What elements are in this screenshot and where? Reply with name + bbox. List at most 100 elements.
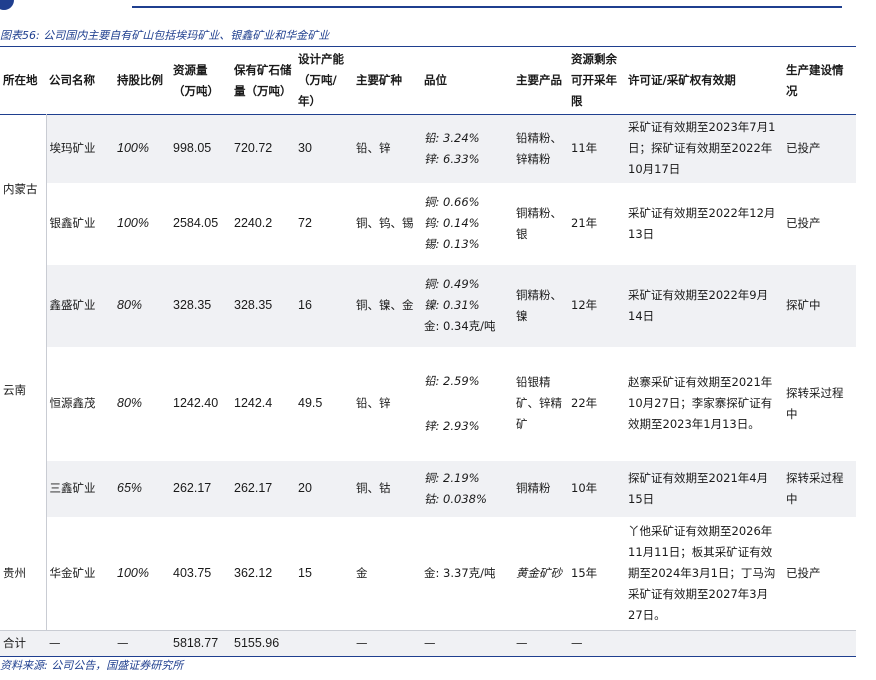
region-cell: 贵州 [0,516,47,631]
source-note: 资料来源: 公司公告，国盛证券研究所 [0,659,184,672]
header-capacity: 设计产能（万吨/年） [298,52,344,108]
header-status: 生产建设情况 [786,62,844,98]
total-years: — [568,630,625,657]
status-cell: 已投产 [783,114,856,183]
status-cell: 已投产 [786,565,821,580]
table-header-row: 所在地 公司名称 持股比例 资源量（万吨） 保有矿石储量（万吨） 设计产能（万吨… [0,46,856,115]
total-holding: — [114,630,170,657]
mineral-cell: 铜、镍、金 [353,264,421,347]
years-cell: 15年 [571,565,598,580]
capacity-cell: 49.5 [298,396,323,410]
reserve-cell: 1242.4 [234,396,273,410]
grade-line: 铅: 3.24% [424,130,480,145]
status-cell: 探转采过程中 [786,385,844,421]
table-row: 银鑫矿业 100% 2584.05 2240.2 72 铜、钨、锡 铜: 0.6… [0,183,856,265]
grade-line: 钨: 0.14% [424,216,480,230]
grade-line: 铜: 0.66% [424,195,480,209]
header-holding: 持股比例 [117,73,163,87]
grade-line: 金: 3.37克/吨 [424,565,496,580]
table-row: 三鑫矿业 65% 262.17 262.17 20 铜、钴 铜: 2.19% 钴… [0,460,856,517]
total-reserve: 5155.96 [231,630,295,657]
mineral-cell: 铜、钨、锡 [356,216,414,230]
grade-cell: 铜: 0.66% 钨: 0.14% 锡: 0.13% [421,183,513,265]
mineral-cell: 铅、锌 [353,114,421,183]
resource-cell: 1242.40 [173,396,219,410]
company-cell: 埃玛矿业 [46,114,114,183]
region-cell: 云南 [0,264,47,517]
grade-cell: 铅: 2.59% 锌: 2.93% [421,347,513,461]
header-product: 主要产品 [516,73,562,87]
license-cell: 采矿证有效期至2023年7月1日；探矿证有效期至2022年10月17日 [625,114,783,183]
status-cell: 已投产 [786,216,821,230]
company-cell: 三鑫矿业 [46,460,114,517]
resource-cell: 2584.05 [173,216,219,230]
header-grade: 品位 [424,73,447,87]
license-cell: 丫他采矿证有效期至2026年11月11日；板其采矿证有效期至2024年3月1日；… [628,523,776,622]
table-row: 恒源鑫茂 80% 1242.40 1242.4 49.5 铅、锌 铅: 2.59… [0,347,856,461]
product-cell: 铜精粉、镍 [513,264,568,347]
table-row: 云南 鑫盛矿业 80% 328.35 328.35 16 铜、镍、金 铜: 0.… [0,264,856,517]
status-cell: 探转采过程中 [783,460,856,517]
company-cell: 恒源鑫茂 [49,396,96,410]
grade-cell: 铅: 3.24% 锌: 6.33% [421,114,513,183]
reserve-cell: 720.72 [231,114,295,183]
license-cell: 采矿证有效期至2022年9月14日 [625,264,783,347]
grade-line: 钴: 0.038% [424,491,487,506]
company-cell: 鑫盛矿业 [46,264,114,347]
report-header [0,0,876,12]
product-cell: 铅精粉、锌精粉 [513,114,568,183]
product-cell: 铅银精矿、锌精矿 [516,375,562,431]
mineral-cell: 金 [356,565,368,580]
total-mineral: — [353,630,421,657]
total-resource: 5818.77 [170,630,231,657]
license-cell: 赵寨采矿证有效期至2021年10月27日；李家寨探矿证有效期至2023年1月13… [628,375,773,431]
brand-logo-icon [0,0,14,10]
product-cell: 铜精粉 [513,460,568,517]
header-resource: 资源量（万吨） [173,62,219,98]
company-cell: 银鑫矿业 [49,216,96,230]
license-cell: 采矿证有效期至2022年12月13日 [628,205,776,241]
reserve-cell: 362.12 [234,565,273,580]
total-label: 合计 [0,630,46,657]
resource-cell: 262.17 [170,460,231,517]
grade-line: 锌: 6.33% [424,151,480,166]
reserve-cell: 2240.2 [234,216,273,230]
header-company: 公司名称 [49,73,95,87]
company-cell: 华金矿业 [49,565,96,580]
total-capacity [295,630,353,657]
total-row: 合计 — — 5818.77 5155.96 — — — — [0,630,856,657]
resource-cell: 403.75 [173,565,212,580]
holding-cell: 100% [114,114,170,183]
years-cell: 11年 [568,114,625,183]
total-product: — [513,630,568,657]
years-cell: 10年 [568,460,625,517]
grade-cell: 金: 3.37克/吨 [421,517,513,631]
grade-line: 锌: 2.93% [424,418,480,433]
grade-line: 铜: 0.49% [424,277,480,291]
header-mineral: 主要矿种 [356,73,402,87]
product-cell: 黄金矿砂 [516,565,562,580]
grade-cell: 铜: 2.19% 钴: 0.038% [421,460,513,517]
grade-line: 金: 0.34克/吨 [424,319,496,333]
resource-cell: 328.35 [170,264,231,347]
holding-cell: 80% [114,264,170,347]
header-reserve: 保有矿石储量（万吨） [234,62,292,98]
total-status [783,630,856,657]
years-cell: 12年 [568,264,625,347]
table-row: 内蒙古 埃玛矿业 100% 998.05 720.72 30 铅、锌 铅: 3.… [0,114,856,265]
holding-cell: 100% [117,216,149,230]
header-location: 所在地 [3,73,38,87]
mineral-cell: 铜、钴 [353,460,421,517]
region-cell: 内蒙古 [0,114,47,265]
header-years: 资源剩余可开采年限 [571,52,617,108]
license-cell: 探矿证有效期至2021年4月15日 [625,460,783,517]
figure-caption: 图表56: 公司国内主要自有矿山包括埃玛矿业、银鑫矿业和华金矿业 [0,29,330,42]
capacity-cell: 20 [295,460,353,517]
capacity-cell: 72 [298,216,312,230]
header-license: 许可证/采矿权有效期 [628,73,736,87]
capacity-cell: 30 [295,114,353,183]
total-grade: — [421,630,513,657]
mineral-cell: 铅、锌 [356,396,391,410]
holding-cell: 65% [114,460,170,517]
grade-cell: 铜: 0.49% 镍: 0.31% 金: 0.34克/吨 [421,264,513,347]
